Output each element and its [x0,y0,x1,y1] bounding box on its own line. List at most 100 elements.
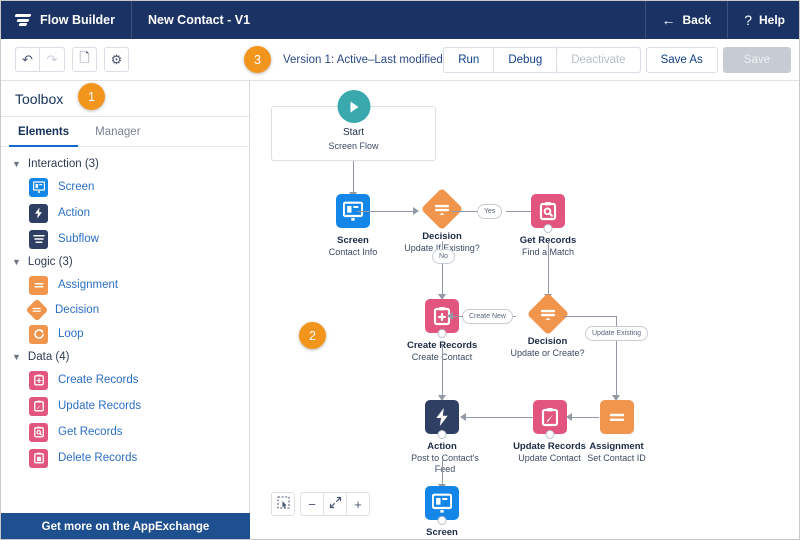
element-label: Assignment [58,279,119,291]
screen-icon [425,486,459,525]
marquee-select-icon [277,496,290,512]
chevron-down-icon: ▼ [12,352,21,362]
get-records-icon [29,422,48,442]
save-button[interactable]: Save [722,47,791,73]
flow-builder-app: Flow Builder New Contact - V1 ← Back ? H… [0,0,800,540]
node-connector-dot[interactable] [437,329,447,338]
connector-arrow [447,311,453,320]
node-title: Screen [337,235,369,246]
node-update-records-update-contact[interactable]: Update Records Update Contact [513,400,586,464]
callout-badge-3: 3 [244,46,271,73]
element-subflow[interactable]: Subflow [1,226,249,252]
run-button[interactable]: Run [443,47,495,73]
node-decision-update-or-create[interactable]: Decision Update or Create? [507,292,588,359]
redo-icon: ↷ [46,51,58,67]
node-subtitle: Contact Info [328,247,378,257]
callout-badge-2: 2 [299,322,326,349]
zoom-in-icon: + [354,496,362,512]
node-screen-confirm[interactable]: Screen Confirm [414,486,470,539]
zoom-out-icon: − [308,496,316,512]
node-connector-dot[interactable] [437,516,447,525]
connector-action-screen2 [441,459,443,486]
tab-manager[interactable]: Manager [82,117,153,146]
help-button[interactable]: ? Help [727,1,799,39]
node-subtitle: Post to Contact's Feed [411,453,479,474]
flow-action-buttons: Run Debug Deactivate Save As Save [443,47,791,73]
node-connector-dot[interactable] [437,430,447,439]
node-screen-contact-info[interactable]: Screen Contact Info [319,194,387,258]
brand-label: Flow Builder [40,13,115,27]
element-delete-records[interactable]: Delete Records [1,445,249,471]
element-action[interactable]: Action [1,200,249,226]
settings-button[interactable]: ⚙ [104,47,129,72]
lightning-bolt-icon [425,400,459,439]
connector-label-yes: Yes [477,204,503,219]
toolbox-tabs: Elements Manager [1,117,249,147]
back-button[interactable]: ← Back [644,1,728,39]
chevron-down-icon: ▼ [12,257,21,267]
connector-label-no: No [432,249,455,264]
node-title: Assignment [589,441,644,452]
element-get-records[interactable]: Get Records [1,419,249,445]
toolbox-sidebar: Toolbox Elements Manager ▼ Interaction (… [1,81,250,539]
element-label: Delete Records [58,452,138,464]
deactivate-button[interactable]: Deactivate [556,47,641,73]
screen-icon [29,177,48,197]
save-as-button[interactable]: Save As [645,47,718,73]
tab-elements[interactable]: Elements [5,117,82,147]
element-label: Subflow [58,233,99,245]
start-node[interactable]: Start Screen Flow [271,90,436,161]
node-connector-dot[interactable] [543,224,553,233]
node-assignment-set-contact-id[interactable]: Assignment Set Contact ID [584,400,649,464]
callout-badge-1: 1 [78,83,105,110]
element-update-records[interactable]: Update Records [1,393,249,419]
start-title: Start [342,127,365,138]
redo-button[interactable]: ↷ [40,47,65,72]
connector-arrow [460,412,466,421]
marquee-select-button[interactable] [271,492,295,516]
undo-button[interactable]: ↶ [15,47,40,72]
zoom-in-button[interactable]: + [346,492,370,516]
update-records-icon [532,400,567,439]
chevron-down-icon: ▼ [12,159,21,169]
connector-arrow [566,412,572,421]
element-assignment[interactable]: Assignment [1,272,249,298]
connector-decision-no-2 [441,264,443,296]
toolbox-title: Toolbox [1,81,249,117]
connector-create-action [441,346,443,397]
group-label-data: Data (4) [27,351,70,363]
appexchange-link[interactable]: Get more on the AppExchange [1,513,250,539]
assignment-icon [599,400,634,434]
help-label: Help [758,13,785,27]
zoom-out-button[interactable]: − [300,492,324,516]
element-screen[interactable]: Screen [1,174,249,200]
element-create-records[interactable]: Create Records [1,367,249,393]
assignment-icon [29,275,48,295]
element-label: Create Records [58,374,139,386]
app-brand[interactable]: Flow Builder [1,1,132,39]
decision-icon [25,298,49,321]
delete-records-icon [29,448,48,468]
element-decision[interactable]: Decision [1,298,249,321]
create-records-icon [29,370,48,390]
debug-button[interactable]: Debug [493,47,558,73]
undo-icon: ↶ [22,51,33,67]
node-title: Screen [426,527,458,538]
get-records-icon [531,194,565,233]
element-loop[interactable]: Loop [1,321,249,347]
element-label: Action [58,207,90,219]
group-header-interaction[interactable]: ▼ Interaction (3) [1,154,249,174]
fit-to-screen-button[interactable] [323,492,347,516]
node-connector-dot[interactable] [545,430,554,439]
flow-title: New Contact - V1 [148,13,251,27]
flow-canvas[interactable]: Start Screen Flow Screen Contact Info De… [251,81,799,539]
subflow-icon [29,229,48,249]
loop-icon [29,324,48,344]
group-header-logic[interactable]: ▼ Logic (3) [1,252,249,272]
fit-to-screen-icon [329,496,342,512]
copy-button[interactable]: 🗋 [72,47,97,72]
connector-label-create-new: Create New [462,309,513,324]
start-subtitle: Screen Flow [328,141,379,151]
play-icon [337,90,370,123]
group-header-data[interactable]: ▼ Data (4) [1,347,249,367]
